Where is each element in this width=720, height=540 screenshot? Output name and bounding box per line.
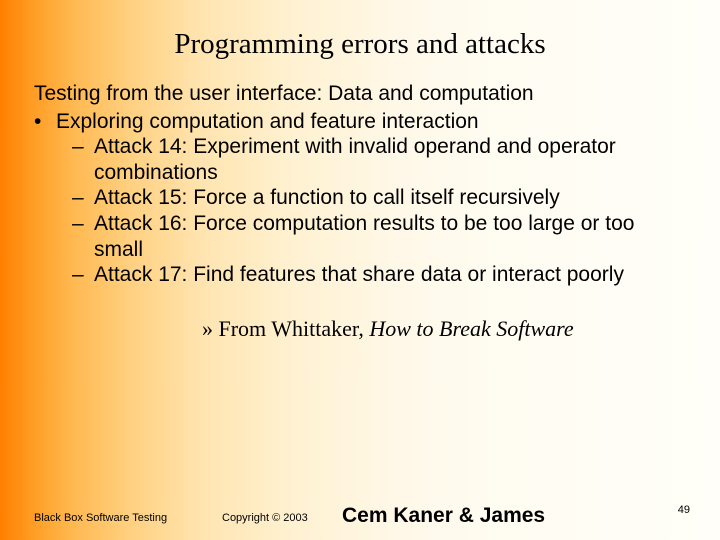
list-item: – Attack 16: Force computation results t… bbox=[72, 211, 686, 262]
bullet-dot-icon: • bbox=[34, 109, 56, 135]
intro-line: Testing from the user interface: Data an… bbox=[34, 81, 686, 107]
attack-text: Attack 14: Experiment with invalid opera… bbox=[94, 134, 686, 185]
page-number: 49 bbox=[678, 504, 690, 516]
list-item: – Attack 14: Experiment with invalid ope… bbox=[72, 134, 686, 185]
dash-icon: – bbox=[72, 185, 94, 211]
attack-text: Attack 15: Force a function to call itse… bbox=[94, 185, 686, 211]
attack-text: Attack 17: Find features that share data… bbox=[94, 262, 686, 288]
bullet-level1: • Exploring computation and feature inte… bbox=[34, 109, 686, 135]
citation: » From Whittaker, How to Break Software bbox=[202, 316, 686, 343]
sub-bullets: – Attack 14: Experiment with invalid ope… bbox=[72, 134, 686, 288]
list-item: – Attack 15: Force a function to call it… bbox=[72, 185, 686, 211]
footer: Black Box Software Testing Copyright © 2… bbox=[0, 496, 720, 528]
slide-body: Testing from the user interface: Data an… bbox=[0, 61, 720, 343]
dash-icon: – bbox=[72, 262, 94, 288]
attack-text: Attack 16: Force computation results to … bbox=[94, 211, 686, 262]
slide: Programming errors and attacks Testing f… bbox=[0, 0, 720, 540]
dash-icon: – bbox=[72, 211, 94, 237]
footer-authors: Cem Kaner & James bbox=[342, 504, 545, 528]
footer-left: Black Box Software Testing bbox=[34, 512, 167, 524]
citation-lead: » From Whittaker, bbox=[202, 316, 369, 341]
list-item: – Attack 17: Find features that share da… bbox=[72, 262, 686, 288]
bullet-text: Exploring computation and feature intera… bbox=[56, 109, 479, 135]
citation-source: How to Break Software bbox=[369, 316, 573, 341]
dash-icon: – bbox=[72, 134, 94, 160]
slide-title: Programming errors and attacks bbox=[0, 0, 720, 61]
footer-copyright: Copyright © 2003 bbox=[222, 512, 308, 524]
